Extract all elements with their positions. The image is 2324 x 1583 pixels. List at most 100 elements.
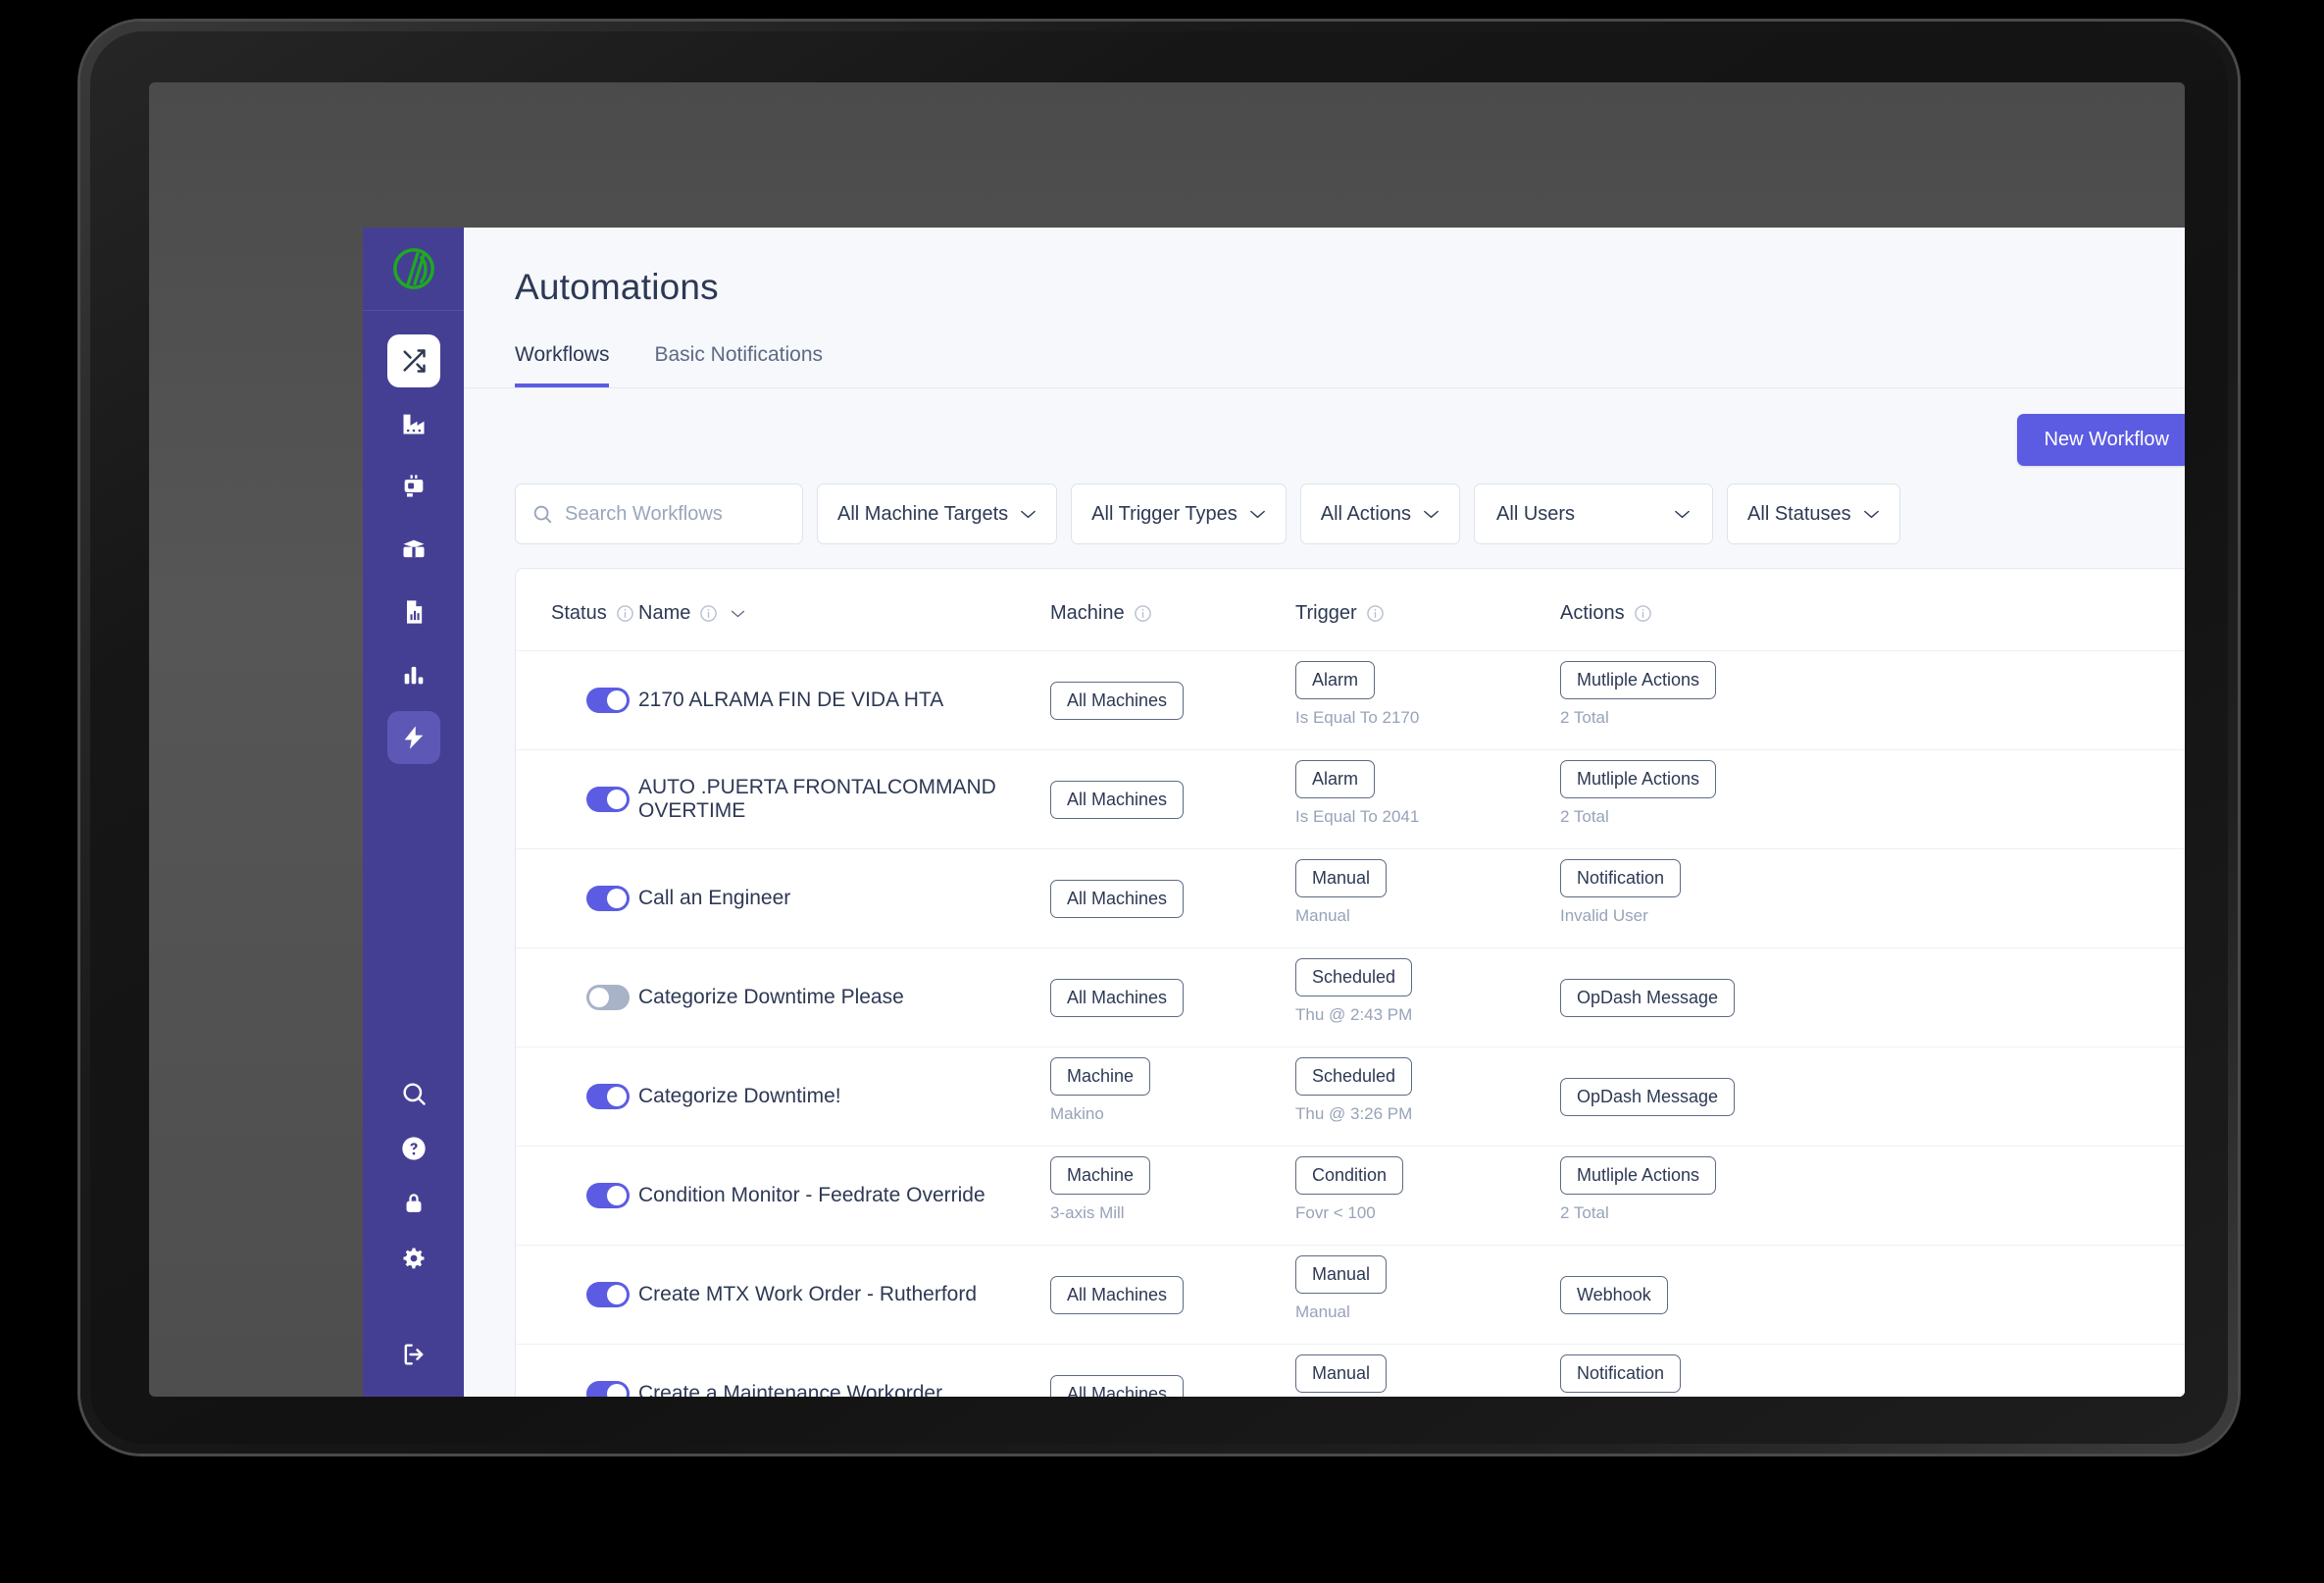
sidebar-item-automations[interactable] — [386, 711, 440, 764]
workflow-name[interactable]: Create a Maintenance Workorder — [638, 1382, 1050, 1397]
workflows-table-card: Status Name Machine Trigger Actions 2170… — [515, 568, 2185, 1397]
info-icon[interactable] — [616, 604, 634, 623]
status-toggle[interactable] — [586, 985, 630, 1010]
action-subtext: 2 Total — [1560, 708, 1609, 727]
status-toggle[interactable] — [586, 1282, 630, 1307]
action-chip: Webhook — [1560, 1275, 1668, 1314]
toggle-knob — [607, 1087, 627, 1106]
cell-actions: Notification Invalid User — [1560, 848, 2185, 948]
column-header-trigger: Trigger — [1295, 569, 1560, 651]
toggle-knob — [607, 790, 627, 809]
cell-actions: OpDash Message — [1560, 947, 2185, 1047]
cell-trigger: Scheduled Thu @ 2:43 PM — [1295, 947, 1560, 1047]
filter-all-statuses[interactable]: All Statuses — [1727, 484, 1900, 544]
trigger-subtext: Thu @ 2:43 PM — [1295, 1005, 1413, 1024]
chevron-down-icon — [1249, 510, 1265, 519]
filter-all-actions[interactable]: All Actions — [1299, 484, 1461, 544]
table-row[interactable]: Categorize Downtime Please All Machines … — [516, 947, 2185, 1047]
info-icon[interactable] — [1634, 604, 1652, 623]
status-toggle[interactable] — [586, 1183, 630, 1208]
action-chip: Notification — [1560, 859, 1682, 897]
sidebar-item-search[interactable] — [387, 1067, 440, 1120]
sort-chevron-down-icon[interactable] — [731, 609, 745, 618]
table-row[interactable]: Condition Monitor - Feedrate Override Ma… — [516, 1146, 2185, 1246]
status-toggle[interactable] — [586, 886, 630, 911]
filter-all-users[interactable]: All Users — [1474, 484, 1714, 544]
tablet-screen: Automations Workflows Basic Notification… — [149, 82, 2185, 1397]
status-toggle[interactable] — [586, 1084, 630, 1109]
action-subtext: 2 Total — [1560, 807, 1609, 826]
sidebar-item-factory[interactable] — [387, 397, 440, 450]
report-icon — [406, 600, 422, 624]
trigger-subtext: Thu @ 3:26 PM — [1295, 1104, 1413, 1123]
table-row[interactable]: 2170 ALRAMA FIN DE VIDA HTA All Machines… — [516, 650, 2185, 750]
action-chip: Mutliple Actions — [1560, 661, 1717, 699]
machine-chip: All Machines — [1050, 1374, 1185, 1397]
trigger-chip: Alarm — [1295, 661, 1376, 699]
box-icon — [403, 539, 424, 558]
sidebar-item-machines[interactable] — [387, 460, 440, 513]
column-header-actions: Actions — [1560, 569, 2185, 651]
workflow-name[interactable]: Categorize Downtime Please — [638, 986, 1050, 1009]
cell-actions: Mutliple Actions 2 Total — [1560, 1146, 2185, 1246]
tab-workflows[interactable]: Workflows — [515, 343, 610, 387]
table-row[interactable]: Create a Maintenance Workorder All Machi… — [516, 1345, 2185, 1398]
info-icon[interactable] — [1134, 604, 1152, 623]
info-icon[interactable] — [1366, 604, 1385, 623]
cell-status — [516, 848, 638, 948]
column-label: Machine — [1050, 602, 1125, 624]
cell-machine: All Machines — [1050, 650, 1295, 750]
screenshot-stage: Automations Workflows Basic Notification… — [0, 0, 2324, 1583]
new-workflow-button[interactable]: New Workflow — [2016, 414, 2185, 466]
filter-all-machine-targets[interactable]: All Machine Targets — [817, 484, 1058, 544]
info-icon[interactable] — [699, 604, 718, 623]
sidebar-item-workflows[interactable] — [386, 334, 440, 387]
cell-actions: Mutliple Actions 2 Total — [1560, 749, 2185, 849]
toolbar: New Workflow — [515, 388, 2185, 466]
sidebar-item-settings[interactable] — [387, 1232, 440, 1285]
workflow-name[interactable]: 2170 ALRAMA FIN DE VIDA HTA — [638, 689, 1050, 712]
column-label: Status — [551, 602, 607, 624]
app-logo[interactable] — [363, 228, 464, 311]
table-head: Status Name Machine Trigger Actions — [516, 569, 2185, 651]
cell-name: Categorize Downtime Please — [638, 947, 1050, 1047]
sidebar-item-help[interactable] — [387, 1122, 440, 1175]
table-row[interactable]: Call an Engineer All Machines Manual Man… — [516, 848, 2185, 948]
filter-all-trigger-types[interactable]: All Trigger Types — [1071, 484, 1287, 544]
column-header-status: Status — [516, 569, 638, 651]
workflow-name[interactable]: Categorize Downtime! — [638, 1085, 1050, 1108]
application-window: Automations Workflows Basic Notification… — [363, 228, 2185, 1397]
cell-actions: Notification Invalid User — [1560, 1345, 2185, 1398]
workflow-name[interactable]: AUTO .PUERTA FRONTALCOMMAND OVERTIME — [638, 776, 1050, 823]
machine-chip: All Machines — [1050, 780, 1185, 819]
status-toggle[interactable] — [586, 787, 630, 812]
cell-machine: All Machines — [1050, 749, 1295, 849]
workflow-name[interactable]: Create MTX Work Order - Rutherford — [638, 1283, 1050, 1306]
toggle-knob — [607, 1285, 627, 1304]
workflow-name[interactable]: Condition Monitor - Feedrate Override — [638, 1184, 1050, 1207]
sidebar-item-parts[interactable] — [387, 523, 440, 576]
column-header-name[interactable]: Name — [638, 569, 1050, 651]
table-row[interactable]: Create MTX Work Order - Rutherford All M… — [516, 1245, 2185, 1345]
table-row[interactable]: Categorize Downtime! Machine Makino Sche… — [516, 1047, 2185, 1147]
search-workflows-box[interactable] — [515, 484, 803, 544]
workflow-name[interactable]: Call an Engineer — [638, 887, 1050, 910]
status-toggle[interactable] — [586, 688, 630, 713]
table-row[interactable]: AUTO .PUERTA FRONTALCOMMAND OVERTIME All… — [516, 749, 2185, 849]
cell-actions: OpDash Message — [1560, 1047, 2185, 1147]
tab-basic-notifications[interactable]: Basic Notifications — [654, 343, 823, 387]
sidebar-item-analytics[interactable] — [387, 648, 440, 701]
status-toggle[interactable] — [586, 1381, 630, 1397]
machine-subtext: 3-axis Mill — [1050, 1203, 1125, 1222]
sidebar-item-reports[interactable] — [387, 586, 440, 638]
search-input[interactable] — [565, 502, 786, 526]
machine-chip: All Machines — [1050, 1275, 1185, 1314]
sidebar-item-logout[interactable] — [387, 1328, 440, 1381]
machine-chip: All Machines — [1050, 681, 1185, 720]
sidebar-item-security[interactable] — [387, 1177, 440, 1230]
trigger-chip: Condition — [1295, 1156, 1404, 1195]
trigger-subtext: Fovr < 100 — [1295, 1203, 1376, 1222]
trigger-chip: Scheduled — [1295, 1057, 1413, 1096]
cell-machine: Machine Makino — [1050, 1047, 1295, 1147]
lightning-icon — [404, 726, 423, 749]
